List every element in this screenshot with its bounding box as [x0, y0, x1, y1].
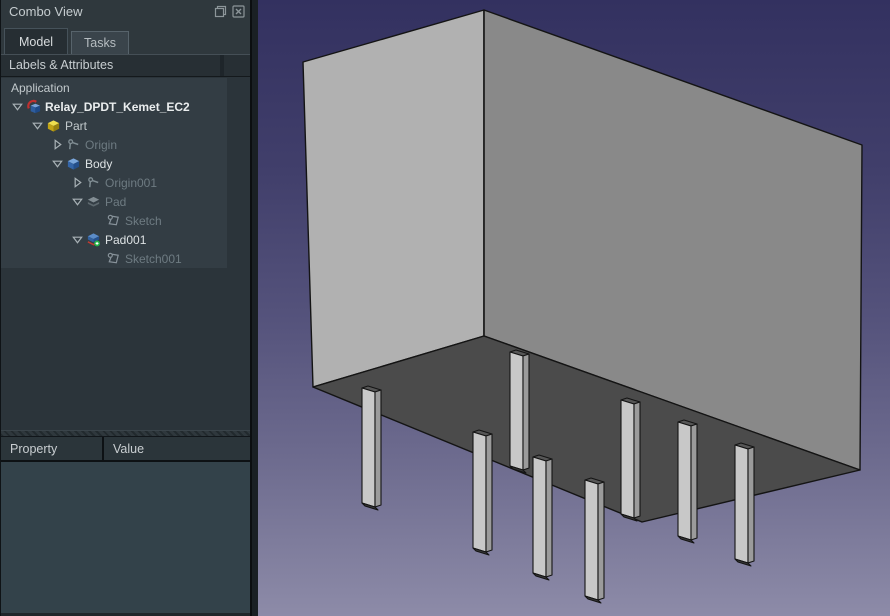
pin-8-side[interactable]: [747, 446, 755, 564]
tree-header: Labels & Attributes: [1, 54, 250, 77]
tree-item-label: Body: [85, 156, 113, 171]
document-icon: [25, 99, 41, 115]
pin-7-side[interactable]: [690, 423, 698, 541]
tree-item-body[interactable]: Body: [1, 154, 227, 173]
tree-item-label: Sketch001: [125, 251, 182, 266]
tree-item-origin001[interactable]: Origin001: [1, 173, 227, 192]
tree-item-part[interactable]: Part: [1, 116, 227, 135]
tree-item-pad[interactable]: Pad: [1, 192, 227, 211]
combo-view-tabs: Model Tasks: [1, 22, 250, 54]
pin-2-side[interactable]: [485, 433, 493, 553]
body-icon: [65, 156, 81, 172]
tree-item-label: Pad001: [105, 232, 147, 247]
property-table-header: Property Value: [1, 437, 250, 462]
expand-arrow-icon: [89, 251, 105, 266]
expand-arrow-icon[interactable]: [29, 118, 45, 133]
tree-item-label: Application: [11, 80, 70, 95]
tree-item-label: Sketch: [125, 213, 162, 228]
part-icon: [45, 118, 61, 134]
pin-1-side[interactable]: [374, 389, 382, 508]
tree-rows: Application Relay_DPDT_Kemet_EC2 Part Origi…: [1, 78, 227, 268]
collapse-arrow-icon[interactable]: [69, 175, 85, 190]
expand-arrow-icon[interactable]: [69, 232, 85, 247]
float-panel-icon[interactable]: [214, 5, 227, 18]
pin-8-front[interactable]: [734, 444, 749, 564]
combo-view-titlebar[interactable]: Combo View: [1, 0, 250, 22]
tree-item-label: Origin: [85, 137, 118, 152]
tab-model[interactable]: Model: [4, 28, 69, 54]
sketch-icon: [105, 251, 121, 267]
pad-icon: [85, 232, 101, 248]
pin-1-front[interactable]: [361, 387, 376, 508]
expand-arrow-icon[interactable]: [69, 194, 85, 209]
combo-view-panel: Combo View Model Tasks Labels & Attribut…: [0, 0, 252, 616]
box-left-face[interactable]: [302, 9, 485, 388]
tab-model-label: Model: [19, 34, 54, 49]
pin-6-side[interactable]: [633, 401, 641, 519]
pad-gray-icon: [85, 194, 101, 210]
pin-3-front[interactable]: [509, 351, 524, 471]
pin-5-side[interactable]: [597, 481, 605, 601]
3d-viewport[interactable]: [258, 0, 890, 616]
tree-property-splitter[interactable]: [1, 430, 250, 437]
origin-icon: [85, 175, 101, 191]
tree-item-label: Origin001: [105, 175, 158, 190]
tree-item-label: Part: [65, 118, 88, 133]
tree-item-sketch001[interactable]: Sketch001: [1, 249, 227, 268]
3d-scene[interactable]: [258, 0, 890, 616]
pin-3-side[interactable]: [522, 353, 530, 471]
pin-4-front[interactable]: [532, 456, 547, 578]
tree-item-label: Relay_DPDT_Kemet_EC2: [45, 99, 190, 114]
close-panel-icon[interactable]: [232, 4, 245, 18]
tree-item-sketch[interactable]: Sketch: [1, 211, 227, 230]
pin-2-front[interactable]: [472, 431, 487, 553]
tree-item-label: Pad: [105, 194, 127, 209]
tab-tasks[interactable]: Tasks: [71, 31, 129, 54]
property-column-header[interactable]: Property: [1, 437, 104, 460]
sketch-icon: [105, 213, 121, 229]
property-table[interactable]: [1, 462, 250, 616]
tree-header-labels-column[interactable]: Labels & Attributes: [1, 55, 224, 76]
pin-5-front[interactable]: [584, 479, 599, 601]
model-tree[interactable]: Application Relay_DPDT_Kemet_EC2 Part Origi…: [1, 77, 250, 430]
collapse-arrow-icon[interactable]: [49, 137, 65, 152]
tree-item-pad001[interactable]: Pad001: [1, 230, 227, 249]
tree-item-relay_dpdt_kemet_ec2[interactable]: Relay_DPDT_Kemet_EC2: [1, 97, 227, 116]
expand-arrow-icon: [89, 213, 105, 228]
pin-6-front[interactable]: [620, 399, 635, 519]
tree-item-origin[interactable]: Origin: [1, 135, 227, 154]
expand-arrow-icon[interactable]: [9, 99, 25, 114]
expand-arrow-icon[interactable]: [49, 156, 65, 171]
tree-header-extra-column[interactable]: [224, 55, 250, 76]
pin-4-side[interactable]: [545, 458, 553, 578]
panel-title: Combo View: [9, 3, 83, 19]
tab-tasks-label: Tasks: [84, 36, 116, 50]
freecad-window: Combo View Model Tasks Labels & Attribut…: [0, 0, 890, 616]
title-buttons: [214, 4, 245, 18]
tree-item-application[interactable]: Application: [1, 78, 227, 97]
origin-icon: [65, 137, 81, 153]
pin-7-front[interactable]: [677, 421, 692, 541]
value-column-header[interactable]: Value: [104, 442, 144, 456]
